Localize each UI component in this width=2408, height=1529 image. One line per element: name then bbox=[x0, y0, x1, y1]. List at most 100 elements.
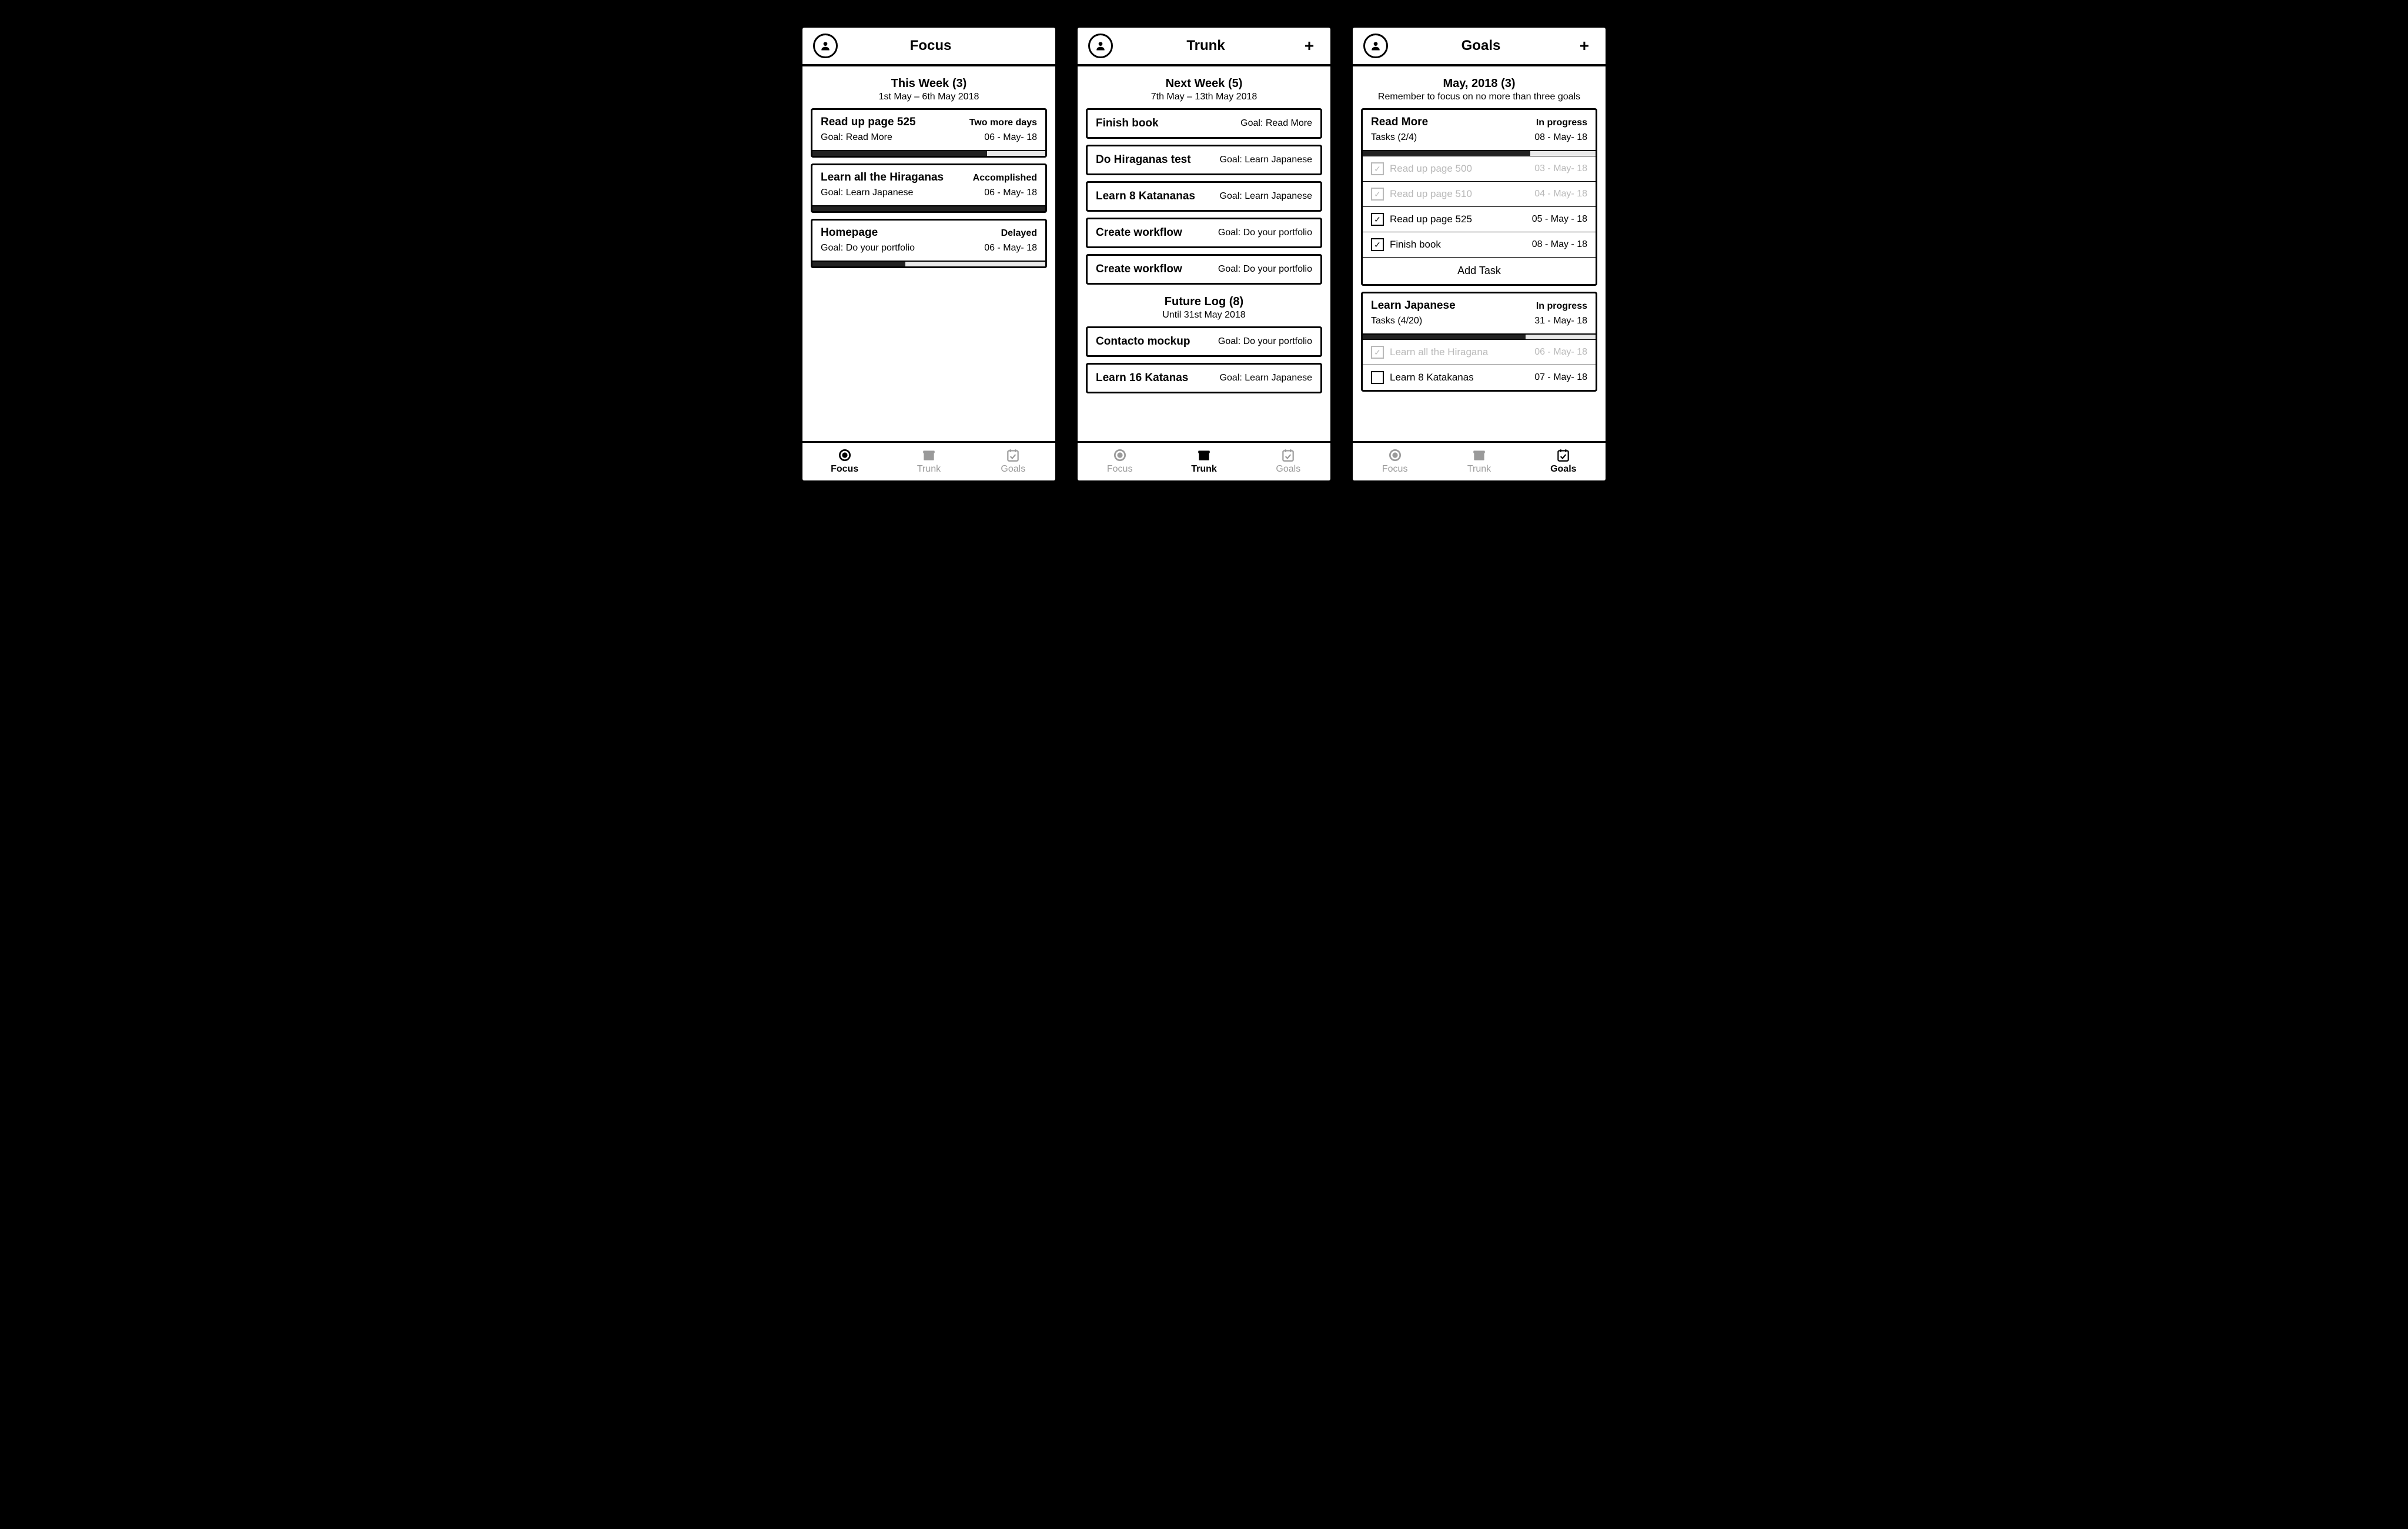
tab-goals[interactable]: Goals bbox=[1521, 443, 1606, 480]
trunk-card[interactable]: Learn 8 KatananasGoal: Learn Japanese bbox=[1086, 181, 1322, 212]
card-date: 06 - May- 18 bbox=[984, 243, 1037, 253]
progress-bar bbox=[812, 150, 1045, 156]
trunk-card[interactable]: Learn 16 KatanasGoal: Learn Japanese bbox=[1086, 363, 1322, 393]
add-task-button[interactable]: Add Task bbox=[1363, 257, 1596, 284]
section-title: Future Log (8) bbox=[1086, 295, 1322, 309]
goal-card[interactable]: Read More In progress Tasks (2/4) 08 - May… bbox=[1361, 108, 1597, 286]
focus-card[interactable]: Learn all the HiraganasAccomplished Goal… bbox=[811, 163, 1047, 213]
subtask-row[interactable]: ✓ Learn all the Hiragana 06 - May- 18 bbox=[1363, 340, 1596, 365]
trunk-card[interactable]: Do Hiraganas test Goal: Learn Japanese bbox=[1086, 145, 1322, 175]
tab-label: Focus bbox=[1107, 464, 1133, 474]
tab-bar: Focus Trunk Goals bbox=[1078, 441, 1330, 480]
card-status: Delayed bbox=[1001, 228, 1037, 239]
subtask-label: Read up page 510 bbox=[1390, 188, 1472, 200]
checkbox-icon[interactable]: ✓ bbox=[1371, 346, 1384, 359]
trunk-card[interactable]: Create workflowGoal: Do your portfolio bbox=[1086, 218, 1322, 248]
section-sub: Until 31st May 2018 bbox=[1086, 310, 1322, 321]
profile-icon[interactable] bbox=[1363, 34, 1388, 58]
tab-goals[interactable]: Goals bbox=[971, 443, 1055, 480]
goal-date: 08 - May- 18 bbox=[1534, 132, 1587, 143]
card-title: Do Hiraganas test bbox=[1096, 153, 1191, 166]
header: Trunk + bbox=[1078, 28, 1330, 66]
tab-label: Focus bbox=[1382, 464, 1408, 474]
scroll-area[interactable]: Next Week (5) 7th May – 13th May 2018 Fi… bbox=[1078, 66, 1330, 441]
tab-label: Goals bbox=[1550, 464, 1576, 474]
page-title: Focus bbox=[910, 38, 952, 54]
section-sub: 7th May – 13th May 2018 bbox=[1086, 92, 1322, 102]
checkbox-icon[interactable] bbox=[1371, 371, 1384, 384]
stage: Focus This Week (3) 1st May – 6th May 20… bbox=[0, 0, 2408, 1529]
card-title: Contacto mockup bbox=[1096, 335, 1190, 348]
card-status: Accomplished bbox=[973, 173, 1037, 183]
subtask-row[interactable]: ✓ Read up page 510 04 - May- 18 bbox=[1363, 181, 1596, 206]
section-header: Next Week (5) 7th May – 13th May 2018 bbox=[1086, 77, 1322, 102]
checkbox-icon[interactable]: ✓ bbox=[1371, 238, 1384, 251]
checkbox-icon[interactable]: ✓ bbox=[1371, 162, 1384, 175]
header: Goals + bbox=[1353, 28, 1606, 66]
card-goal: Goal: Learn Japanese bbox=[1220, 155, 1312, 165]
scroll-area[interactable]: This Week (3) 1st May – 6th May 2018 Rea… bbox=[802, 66, 1055, 441]
progress-bar bbox=[812, 261, 1045, 266]
goal-status: In progress bbox=[1536, 118, 1587, 128]
profile-icon[interactable] bbox=[1088, 34, 1113, 58]
subtask-date: 04 - May- 18 bbox=[1534, 189, 1587, 199]
subtask-date: 06 - May- 18 bbox=[1534, 347, 1587, 358]
card-goal: Goal: Do your portfolio bbox=[1218, 336, 1312, 347]
goal-tasks: Tasks (4/20) bbox=[1371, 316, 1422, 326]
goal-date: 31 - May- 18 bbox=[1534, 316, 1587, 326]
subtask-date: 05 - May - 18 bbox=[1532, 214, 1587, 225]
tab-goals[interactable]: Goals bbox=[1246, 443, 1330, 480]
goal-subtasks: ✓Read up page 50003 - May- 18 ✓Read up p… bbox=[1363, 156, 1596, 284]
subtask-date: 07 - May- 18 bbox=[1534, 372, 1587, 383]
page-title: Trunk bbox=[1186, 38, 1225, 54]
trunk-card[interactable]: Finish bookGoal: Read More bbox=[1086, 108, 1322, 139]
focus-card[interactable]: HomepageDelayed Goal: Do your portfolio0… bbox=[811, 219, 1047, 268]
tab-focus[interactable]: Focus bbox=[802, 443, 887, 480]
phone-focus: Focus This Week (3) 1st May – 6th May 20… bbox=[801, 26, 1057, 482]
progress-bar bbox=[812, 205, 1045, 211]
subtask-row[interactable]: Learn 8 Katakanas 07 - May- 18 bbox=[1363, 365, 1596, 390]
tab-label: Focus bbox=[831, 464, 858, 474]
trunk-card[interactable]: Create workflowGoal: Do your portfolio bbox=[1086, 254, 1322, 285]
subtask-row[interactable]: ✓Finish book08 - May - 18 bbox=[1363, 232, 1596, 257]
card-status: Two more days bbox=[969, 118, 1037, 128]
card-title: Create workflow bbox=[1096, 263, 1182, 276]
subtask-label: Learn 8 Katakanas bbox=[1390, 372, 1474, 383]
card-goal: Goal: Do your portfolio bbox=[1218, 228, 1312, 238]
subtask-label: Read up page 500 bbox=[1390, 163, 1472, 175]
trunk-card[interactable]: Contacto mockup Goal: Do your portfolio bbox=[1086, 326, 1322, 357]
add-button[interactable]: + bbox=[1299, 36, 1320, 55]
goal-subtasks: ✓ Learn all the Hiragana 06 - May- 18 Lear… bbox=[1363, 339, 1596, 390]
goal-card[interactable]: Learn JapaneseIn progress Tasks (4/20)31… bbox=[1361, 292, 1597, 392]
tab-trunk[interactable]: Trunk bbox=[887, 443, 971, 480]
card-title: Finish book bbox=[1096, 117, 1159, 130]
tab-label: Goals bbox=[1276, 464, 1300, 474]
focus-card[interactable]: Read up page 525Two more days Goal: Read… bbox=[811, 108, 1047, 158]
section-header: May, 2018 (3) Remember to focus on no mo… bbox=[1361, 77, 1597, 102]
subtask-row[interactable]: ✓Read up page 52505 - May - 18 bbox=[1363, 206, 1596, 232]
subtask-label: Learn all the Hiragana bbox=[1390, 346, 1488, 358]
progress-bar bbox=[1363, 150, 1596, 156]
section-header: This Week (3) 1st May – 6th May 2018 bbox=[811, 77, 1047, 102]
card-date: 06 - May- 18 bbox=[984, 188, 1037, 198]
goal-title: Learn Japanese bbox=[1371, 299, 1456, 312]
profile-icon[interactable] bbox=[813, 34, 838, 58]
checkbox-icon[interactable]: ✓ bbox=[1371, 188, 1384, 201]
subtask-date: 03 - May- 18 bbox=[1534, 163, 1587, 174]
subtask-row[interactable]: ✓ Read up page 500 03 - May- 18 bbox=[1363, 156, 1596, 181]
tab-focus[interactable]: Focus bbox=[1353, 443, 1437, 480]
goal-title: Read More bbox=[1371, 116, 1428, 129]
card-title: Learn 16 Katanas bbox=[1096, 372, 1188, 385]
tab-trunk[interactable]: Trunk bbox=[1162, 443, 1246, 480]
checkbox-icon[interactable]: ✓ bbox=[1371, 213, 1384, 226]
section-title: This Week (3) bbox=[811, 77, 1047, 91]
tab-focus[interactable]: Focus bbox=[1078, 443, 1162, 480]
section-sub: 1st May – 6th May 2018 bbox=[811, 92, 1047, 102]
goal-tasks: Tasks (2/4) bbox=[1371, 132, 1417, 143]
add-button[interactable]: + bbox=[1574, 36, 1595, 55]
section-title: Next Week (5) bbox=[1086, 77, 1322, 91]
progress-bar bbox=[1363, 333, 1596, 339]
tab-trunk[interactable]: Trunk bbox=[1437, 443, 1521, 480]
scroll-area[interactable]: May, 2018 (3) Remember to focus on no mo… bbox=[1353, 66, 1606, 441]
tab-bar: Focus Trunk Goals bbox=[1353, 441, 1606, 480]
